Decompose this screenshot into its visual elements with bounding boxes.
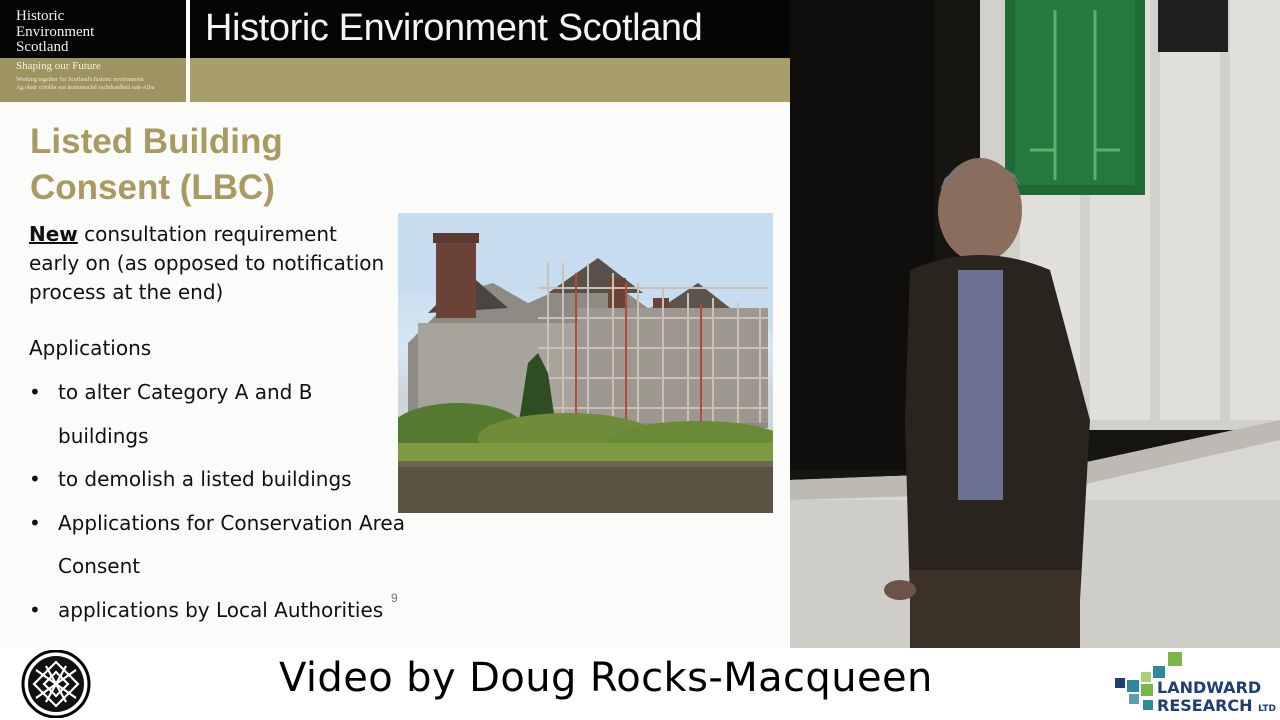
list-item: applications by Local Authorities bbox=[29, 589, 409, 633]
consultation-paragraph: New consultation requirement early on (a… bbox=[29, 220, 389, 307]
olive-band bbox=[190, 58, 790, 106]
list-item: to alter Category A and B buildings bbox=[29, 371, 409, 458]
logo-subtitle-band: Shaping our Future Working together for … bbox=[0, 58, 186, 106]
brand-line-2: RESEARCH bbox=[1157, 696, 1253, 715]
logo-line-3: Scotland bbox=[16, 39, 69, 55]
paragraph-text: consultation requirement early on (as op… bbox=[29, 222, 385, 304]
caption-text: Video by Doug Rocks-Macqueen bbox=[279, 655, 933, 701]
logo-tagline-gd: Ag obair còmhla son àrainneachd eachdrai… bbox=[16, 85, 155, 91]
video-frame: Historic Environment Scotland Historic E… bbox=[0, 0, 1280, 648]
heading-line-1: Listed Building bbox=[30, 122, 283, 161]
slide-page-number: 9 bbox=[391, 591, 398, 605]
brand-ltd: LTD bbox=[1258, 704, 1276, 714]
logo-tagline-en: Working together for Scotland's historic… bbox=[16, 77, 144, 83]
slide-heading: Listed Building Consent (LBC) bbox=[30, 119, 283, 211]
list-item: Applications for Conservation Area Conse… bbox=[29, 502, 409, 589]
hes-logo: Historic Environment Scotland bbox=[0, 0, 186, 58]
presentation-slide: Historic Environment Scotland Historic E… bbox=[0, 0, 790, 648]
new-keyword: New bbox=[29, 222, 78, 246]
applications-label: Applications bbox=[29, 336, 152, 360]
heading-line-2: Consent (LBC) bbox=[30, 168, 275, 207]
scaffolded-building-photo bbox=[398, 213, 773, 513]
landward-research-wordmark: LANDWARD RESEARCH LTD bbox=[1157, 679, 1276, 718]
speaker-video-area bbox=[790, 0, 1280, 648]
logo-subtitle: Shaping our Future bbox=[16, 60, 101, 72]
logo-line-2: Environment bbox=[16, 23, 95, 40]
logo-line-1: Historic bbox=[16, 8, 65, 24]
list-item: to demolish a listed buildings bbox=[29, 458, 409, 502]
brand-line-1: LANDWARD bbox=[1157, 678, 1262, 697]
banner-title: Historic Environment Scotland bbox=[205, 7, 703, 49]
applications-list: to alter Category A and B buildings to d… bbox=[29, 371, 409, 632]
celtic-knot-icon bbox=[21, 650, 91, 718]
